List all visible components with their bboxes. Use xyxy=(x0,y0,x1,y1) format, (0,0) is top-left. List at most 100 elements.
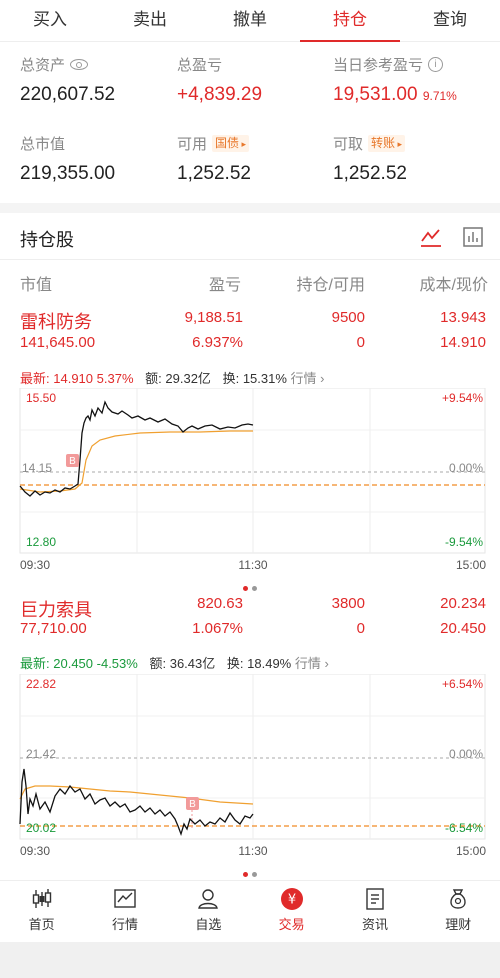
nav-watchlist-label: 自选 xyxy=(195,917,222,932)
stock-quote-bar: 最新: 20.450 -4.53% 额: 36.43亿 换: 18.49% 行情… xyxy=(20,653,329,673)
withdrawable-value: 1,252.52 xyxy=(333,163,407,184)
svg-text:B: B xyxy=(69,456,76,467)
stock-position: 9500 xyxy=(331,309,365,326)
pct-top-label: +9.54% xyxy=(442,391,483,405)
nav-news[interactable]: 资讯 xyxy=(333,881,416,942)
turnover-label: 换: xyxy=(222,371,240,386)
stock-pl-pct: 6.937% xyxy=(192,334,243,351)
amount-label: 额: xyxy=(149,656,167,671)
stock-market-value: 141,645.00 xyxy=(20,334,96,351)
col-position: 持仓/可用 xyxy=(296,277,365,294)
tab-positions[interactable]: 持仓 xyxy=(300,0,400,42)
market-value: 总市值 219,355.00 xyxy=(20,133,115,185)
total-assets-label: 总资产 xyxy=(20,56,66,74)
day-pl: 当日参考盈亏 i 19,531.00 9.71% xyxy=(333,54,457,106)
x-end-label: 15:00 xyxy=(456,844,486,858)
pct-top-label: +6.54% xyxy=(442,677,483,691)
market-link[interactable]: 行情 › xyxy=(291,371,325,386)
market-link-label: 行情 xyxy=(290,371,317,386)
nav-wealth[interactable]: 理财 xyxy=(417,881,500,942)
stock-cost: 20.234 xyxy=(440,595,486,612)
nav-trade[interactable]: ¥ 交易 xyxy=(250,881,333,942)
amount-value: 29.32亿 xyxy=(165,371,211,386)
x-mid-label: 11:30 xyxy=(238,844,267,858)
latest-label: 最新: xyxy=(20,656,50,671)
system-bar xyxy=(0,942,500,978)
y-bot-label: 12.80 xyxy=(26,535,56,549)
latest-change: 5.37% xyxy=(96,371,134,386)
nav-watchlist[interactable]: 自选 xyxy=(167,881,250,942)
line-chart-icon[interactable] xyxy=(420,226,442,248)
nav-market[interactable]: 行情 xyxy=(83,881,166,942)
intraday-chart[interactable]: B 22.82 21.42 20.02 +6.54% 0.00% -6.54% … xyxy=(0,674,500,860)
stock-name: 巨力索具 xyxy=(20,600,92,620)
nav-market-label: 行情 xyxy=(111,917,138,932)
holding-row[interactable]: 巨力索具 77,710.00 820.63 1.067% 3800 0 20.2… xyxy=(0,588,500,650)
nav-home[interactable]: 首页 xyxy=(0,881,83,942)
user-icon xyxy=(198,889,219,909)
intraday-chart[interactable]: B 15.50 14.15 12.80 +9.54% 0.00% -9.54% … xyxy=(0,388,500,578)
y-top-label: 15.50 xyxy=(26,391,56,405)
transfer-tag-button[interactable]: 转账 xyxy=(368,134,406,152)
withdrawable-label: 可取 xyxy=(333,135,364,153)
turnover-value: 15.31% xyxy=(242,371,287,386)
latest-price: 14.910 xyxy=(53,371,94,386)
chevron-right-icon: › xyxy=(324,656,329,671)
market-link-label: 行情 xyxy=(294,656,321,671)
x-start-label: 09:30 xyxy=(20,844,50,858)
chevron-right-icon: › xyxy=(320,371,325,386)
y-mid-label: 21.42 xyxy=(26,747,56,761)
holdings-header: 持仓股 xyxy=(0,214,500,260)
turnover-label: 换: xyxy=(226,656,244,671)
tab-query[interactable]: 查询 xyxy=(400,0,500,41)
latest-label: 最新: xyxy=(20,371,50,386)
bond-tag-button[interactable]: 国债 xyxy=(212,134,250,152)
section-divider xyxy=(0,203,500,213)
day-pl-value: 19,531.00 xyxy=(333,84,418,105)
latest-price: 20.450 xyxy=(53,656,94,671)
x-start-label: 09:30 xyxy=(20,558,50,572)
svg-text:¥: ¥ xyxy=(288,893,296,908)
amount-label: 额: xyxy=(145,371,162,386)
tab-cancel[interactable]: 撤单 xyxy=(200,0,300,41)
tab-buy[interactable]: 买入 xyxy=(0,0,100,41)
turnover-value: 18.49% xyxy=(247,656,292,671)
bottom-nav: 首页 行情 自选 ¥ 交易 资讯 理财 xyxy=(0,880,500,942)
y-mid-label: 14.15 xyxy=(22,461,52,475)
nav-trade-label: 交易 xyxy=(278,917,305,932)
stock-pl: 820.63 xyxy=(197,595,243,612)
svg-text:B: B xyxy=(189,799,196,810)
holdings-column-header: 市值 盈亏 持仓/可用 成本/现价 xyxy=(0,261,500,299)
available: 可用国债 1,252.52 xyxy=(177,133,251,185)
total-assets-value: 220,607.52 xyxy=(20,84,116,105)
stock-name: 雷科防务 xyxy=(20,312,92,332)
stock-pl-pct: 1.067% xyxy=(192,620,243,637)
money-bag-icon xyxy=(450,889,466,909)
candlestick-icon xyxy=(32,889,51,908)
stock-quote-bar: 最新: 14.910 5.37% 额: 29.32亿 换: 15.31% 行情 … xyxy=(20,368,325,388)
day-pl-label: 当日参考盈亏 xyxy=(333,56,424,74)
holding-row[interactable]: 雷科防务 141,645.00 9,188.51 6.937% 9500 0 1… xyxy=(0,300,500,362)
total-pl: 总盈亏 +4,839.29 xyxy=(177,54,262,106)
latest-change: -4.53% xyxy=(96,656,138,671)
account-summary: 总资产 220,607.52 总盈亏 +4,839.29 当日参考盈亏 i 19,… xyxy=(0,42,500,202)
y-bot-label: 20.02 xyxy=(26,821,56,835)
eye-icon[interactable] xyxy=(70,58,89,70)
info-icon[interactable]: i xyxy=(428,56,444,72)
stock-available: 0 xyxy=(356,620,365,637)
x-mid-label: 11:30 xyxy=(238,558,267,572)
holdings-title: 持仓股 xyxy=(20,230,74,250)
yuan-icon: ¥ xyxy=(280,888,303,910)
total-pl-value: +4,839.29 xyxy=(177,84,263,105)
tab-sell[interactable]: 卖出 xyxy=(100,0,200,41)
bar-chart-icon[interactable] xyxy=(462,226,484,248)
col-market-value: 市值 xyxy=(20,277,53,294)
stock-pl: 9,188.51 xyxy=(184,309,243,326)
stock-available: 0 xyxy=(356,334,365,351)
market-link[interactable]: 行情 › xyxy=(295,656,329,671)
nav-wealth-label: 理财 xyxy=(445,917,472,932)
y-top-label: 22.82 xyxy=(26,677,56,691)
trend-icon xyxy=(114,889,136,908)
stock-market-value: 77,710.00 xyxy=(20,620,87,637)
stock-cost: 13.943 xyxy=(440,309,486,326)
